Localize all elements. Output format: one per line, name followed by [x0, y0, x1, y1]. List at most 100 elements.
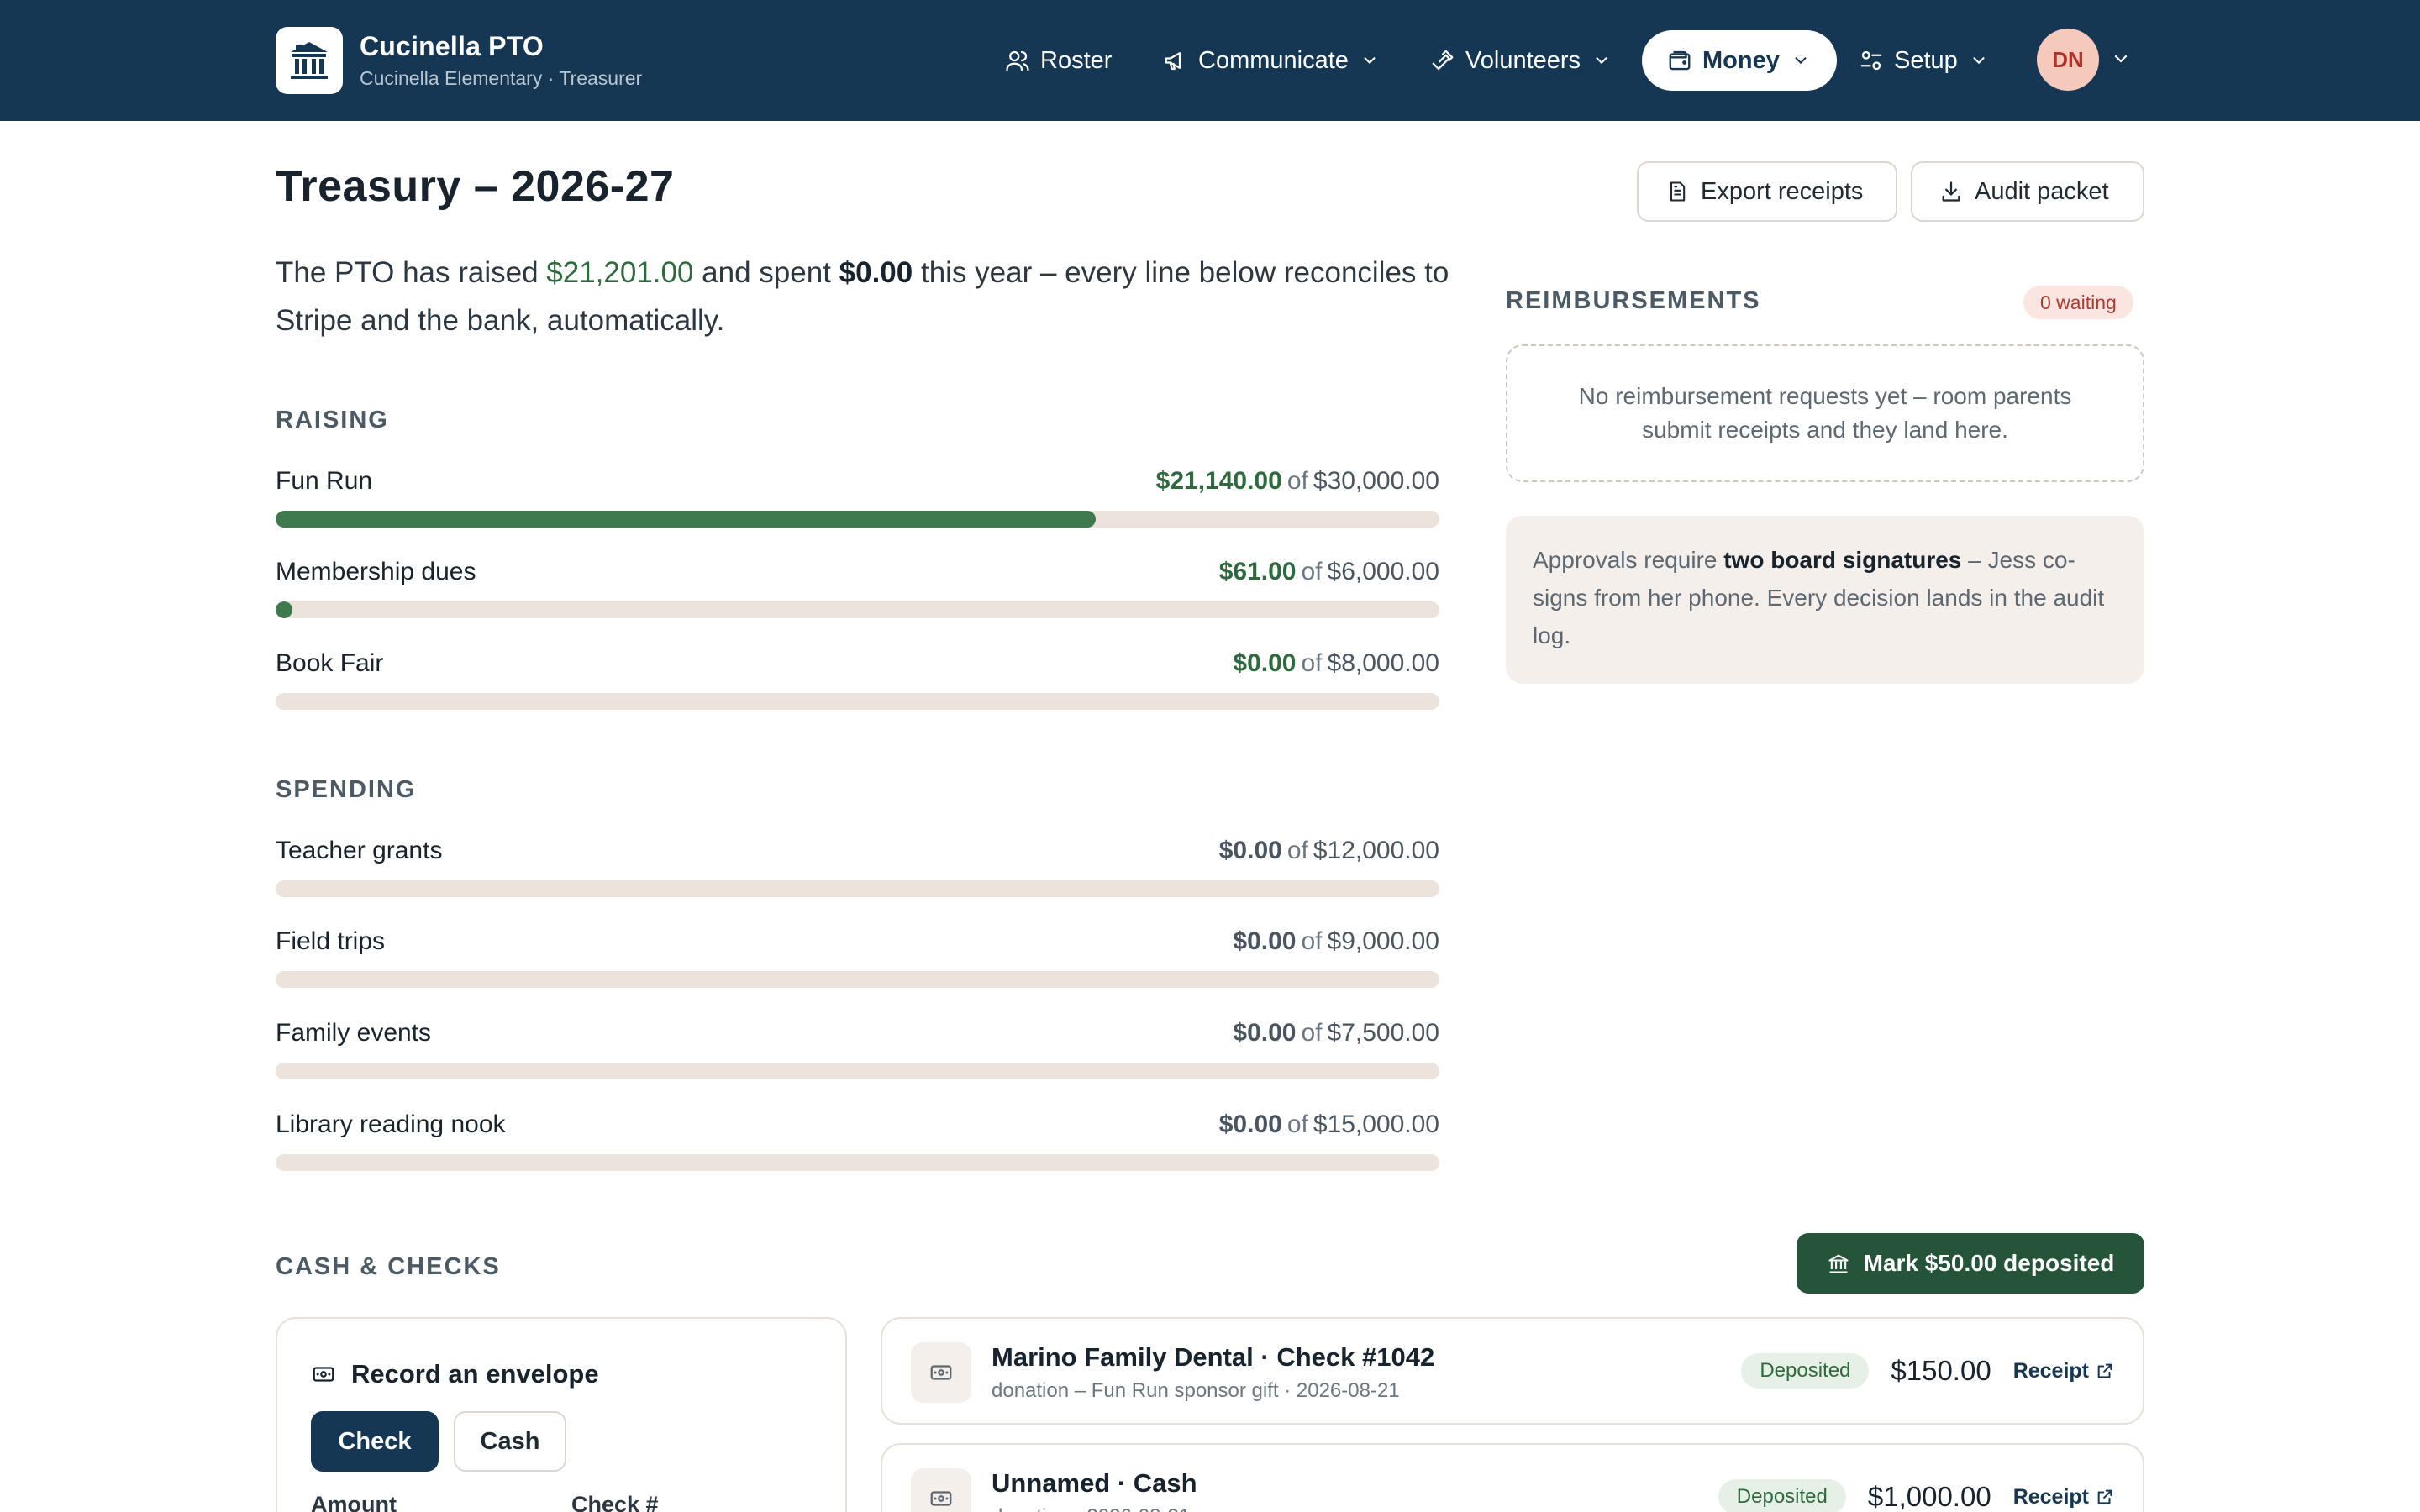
- budget-row-amount: $0.00 of $15,000.00: [1219, 1110, 1439, 1139]
- record-envelope-card: Record an envelope Check Cash Amount Che…: [276, 1317, 847, 1512]
- mark-deposited-label: Mark $50.00 deposited: [1863, 1250, 2115, 1276]
- budget-row-label: Field trips: [276, 927, 386, 955]
- note-emphasis: two board signatures: [1723, 547, 1962, 573]
- entry-subtitle: donation · 2026-08-21: [992, 1505, 1190, 1512]
- entry-title: Unnamed · Cash: [992, 1468, 1197, 1498]
- budget-row-label: Teacher grants: [276, 837, 443, 864]
- nav-volunteers-label: Volunteers: [1465, 46, 1581, 74]
- waiting-count-badge: 0 waiting: [2023, 286, 2133, 319]
- goal-amount: $15,000.00: [1313, 1110, 1439, 1138]
- school-logo-icon: [276, 27, 343, 94]
- amount-label: Amount: [311, 1492, 397, 1512]
- users-icon: [1006, 50, 1029, 71]
- budget-row-amount: $0.00 of $7,500.00: [1233, 1019, 1439, 1047]
- record-envelope-label: Record an envelope: [351, 1359, 599, 1389]
- empty-state-text: No reimbursement requests yet – room par…: [1578, 383, 2072, 443]
- org-subtitle: Cucinella Elementary · Treasurer: [360, 67, 643, 89]
- of-text: of: [1286, 837, 1308, 864]
- external-link-icon: [2097, 1363, 2112, 1378]
- budget-row[interactable]: Book Fair $0.00 of $8,000.00: [276, 649, 1439, 717]
- nav-money[interactable]: Money: [1642, 30, 1837, 91]
- brand[interactable]: Cucinella PTO Cucinella Elementary · Tre…: [276, 27, 642, 94]
- external-link-icon: [2097, 1489, 2112, 1504]
- budget-row-amount: $21,140.00 of $30,000.00: [1156, 467, 1439, 496]
- receipt-link[interactable]: Receipt: [2013, 1485, 2114, 1509]
- settings-sliders-icon: [1860, 50, 1882, 71]
- check-tab[interactable]: Check: [311, 1411, 439, 1472]
- budget-row-amount: $0.00 of $12,000.00: [1219, 837, 1439, 865]
- progress-track: [276, 511, 1439, 528]
- of-text: of: [1286, 467, 1308, 495]
- export-receipts-label: Export receipts: [1701, 177, 1864, 205]
- ledger-entry[interactable]: Marino Family Dental · Check #1042 donati…: [881, 1317, 2144, 1425]
- budget-row[interactable]: Library reading nook $0.00 of $15,000.00: [276, 1110, 1439, 1178]
- chevron-down-icon: [1795, 57, 1807, 65]
- budget-row[interactable]: Membership dues $61.00 of $6,000.00: [276, 558, 1439, 625]
- chevron-down-icon[interactable]: [2111, 49, 2131, 69]
- spending-heading: SPENDING: [276, 776, 417, 803]
- document-icon: [1670, 181, 1686, 202]
- budget-row[interactable]: Field trips $0.00 of $9,000.00: [276, 927, 1439, 995]
- budget-row-amount: $61.00 of $6,000.00: [1219, 558, 1439, 586]
- entry-amount: $1,000.00: [1867, 1481, 1991, 1512]
- entry-amount: $150.00: [1891, 1355, 1991, 1386]
- download-icon: [1942, 181, 1960, 202]
- spent-total: $0.00: [839, 256, 913, 289]
- chevron-down-icon: [1364, 57, 1376, 65]
- progress-fill: [276, 601, 292, 618]
- budget-row-label: Membership dues: [276, 558, 476, 585]
- ledger-entry[interactable]: Unnamed · Cash donation · 2026-08-21 Depos…: [881, 1443, 2144, 1512]
- raising-heading: RAISING: [276, 407, 389, 433]
- entry-title: Marino Family Dental · Check #1042: [992, 1342, 1435, 1372]
- current-amount: $0.00: [1218, 1110, 1282, 1138]
- current-amount: $0.00: [1233, 1019, 1297, 1047]
- goal-amount: $8,000.00: [1327, 649, 1439, 677]
- chevron-down-icon: [1973, 57, 1985, 65]
- budget-row[interactable]: Teacher grants $0.00 of $12,000.00: [276, 837, 1439, 904]
- nav-communicate[interactable]: Communicate: [1163, 30, 1379, 91]
- page-title: Treasury – 2026-27: [276, 162, 675, 211]
- cash-icon: [313, 1367, 334, 1382]
- check-number-label: Check #: [571, 1492, 659, 1512]
- audit-packet-label: Audit packet: [1975, 177, 2109, 205]
- nav-volunteers[interactable]: Volunteers: [1430, 30, 1611, 91]
- budget-row-amount: $0.00 of $8,000.00: [1233, 649, 1439, 678]
- goal-amount: $30,000.00: [1313, 467, 1439, 495]
- receipt-link[interactable]: Receipt: [2013, 1359, 2114, 1383]
- current-amount: $61.00: [1218, 558, 1297, 585]
- audit-packet-button[interactable]: Audit packet: [1911, 161, 2144, 222]
- user-avatar[interactable]: DN: [2037, 29, 2099, 91]
- mark-deposited-button[interactable]: Mark $50.00 deposited: [1797, 1233, 2144, 1294]
- nav-roster-label: Roster: [1040, 46, 1113, 74]
- of-text: of: [1301, 1019, 1323, 1047]
- record-envelope-title: Record an envelope: [311, 1359, 599, 1389]
- of-text: of: [1301, 927, 1323, 955]
- budget-row-label: Fun Run: [276, 467, 373, 495]
- deposited-badge: Deposited: [1741, 1353, 1870, 1389]
- goal-amount: $12,000.00: [1313, 837, 1439, 864]
- org-name: Cucinella PTO: [360, 31, 544, 61]
- cash-tab[interactable]: Cash: [454, 1411, 566, 1472]
- summary-text: and spent: [693, 256, 839, 289]
- receipt-label: Receipt: [2012, 1484, 2089, 1509]
- nav-setup[interactable]: Setup: [1859, 30, 1988, 91]
- bank-icon: [1828, 1254, 1849, 1273]
- budget-row-label: Family events: [276, 1019, 432, 1047]
- nav-communicate-label: Communicate: [1198, 46, 1349, 74]
- cash-icon: [911, 1342, 971, 1403]
- progress-track: [276, 693, 1439, 710]
- wallet-icon: [1669, 50, 1691, 71]
- export-receipts-button[interactable]: Export receipts: [1637, 161, 1897, 222]
- current-amount: $0.00: [1218, 837, 1282, 864]
- reimbursements-heading: REIMBURSEMENTS: [1506, 287, 1761, 314]
- budget-row[interactable]: Family events $0.00 of $7,500.00: [276, 1019, 1439, 1086]
- goal-amount: $7,500.00: [1327, 1019, 1439, 1047]
- receipt-label: Receipt: [2012, 1358, 2089, 1383]
- of-text: of: [1286, 1110, 1308, 1138]
- goal-amount: $6,000.00: [1327, 558, 1439, 585]
- nav-roster[interactable]: Roster: [1005, 30, 1112, 91]
- budget-row[interactable]: Fun Run $21,140.00 of $30,000.00: [276, 467, 1439, 534]
- note-text: Approvals require: [1533, 547, 1724, 573]
- current-amount: $0.00: [1233, 649, 1297, 677]
- cash-icon: [911, 1468, 971, 1512]
